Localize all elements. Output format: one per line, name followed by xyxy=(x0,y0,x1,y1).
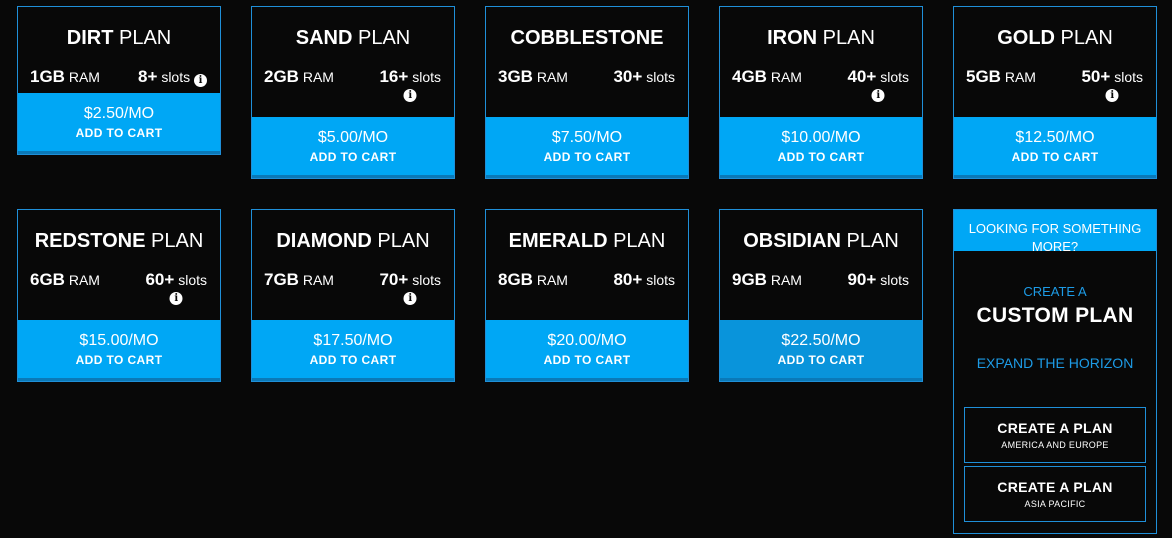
slots-spec: 70+ slots i xyxy=(379,270,441,305)
info-icon[interactable]: i xyxy=(403,292,417,305)
plan-price: $15.00/MO xyxy=(79,332,159,349)
info-icon[interactable]: i xyxy=(194,74,207,87)
ram-spec: 2GB RAM xyxy=(264,67,334,86)
add-to-cart-button[interactable]: $20.00/MO ADD TO CART xyxy=(486,320,688,381)
add-to-cart-button[interactable]: $12.50/MO ADD TO CART xyxy=(954,117,1156,178)
plan-price: $12.50/MO xyxy=(1015,129,1095,146)
create-plan-label: CREATE A PLAN xyxy=(997,479,1113,495)
create-plan-region: AMERICA AND EUROPE xyxy=(1001,440,1109,450)
plan-price: $5.00/MO xyxy=(317,129,389,146)
custom-plan-header: LOOKING FOR SOMETHING MORE? xyxy=(954,210,1156,251)
add-to-cart-button[interactable]: $2.50/MO ADD TO CART xyxy=(18,93,220,154)
plan-price: $7.50/MO xyxy=(551,129,623,146)
create-plan-label: CREATE A PLAN xyxy=(997,420,1113,436)
add-to-cart-button[interactable]: $22.50/MO ADD TO CART xyxy=(720,320,922,381)
info-icon[interactable]: i xyxy=(169,292,183,305)
add-to-cart-button[interactable]: $17.50/MO ADD TO CART xyxy=(252,320,454,381)
add-to-cart-label: ADD TO CART xyxy=(543,150,631,164)
plan-title: DIRT PLAN xyxy=(66,27,172,49)
plan-title: SAND PLAN xyxy=(295,27,411,49)
plan-card-diamond: DIAMOND PLAN 7GB RAM 70+ slots i $17.50/M… xyxy=(251,209,455,382)
add-to-cart-button[interactable]: $15.00/MO ADD TO CART xyxy=(18,320,220,381)
ram-spec: 7GB RAM xyxy=(264,270,334,289)
plan-title: COBBLESTONE xyxy=(510,27,664,49)
create-plan-region: ASIA PACIFIC xyxy=(1024,499,1086,509)
custom-plan-title: CUSTOM PLAN xyxy=(976,304,1134,327)
ram-spec: 1GB RAM xyxy=(30,67,100,86)
custom-plan-panel: LOOKING FOR SOMETHING MORE? CREATE A CUS… xyxy=(953,209,1157,534)
ram-spec: 5GB RAM xyxy=(966,67,1036,86)
ram-spec: 4GB RAM xyxy=(732,67,802,86)
add-to-cart-label: ADD TO CART xyxy=(309,150,397,164)
slots-spec: 40+ slots i xyxy=(847,67,909,102)
plan-card-obsidian: OBSIDIAN PLAN 9GB RAM 90+ slots $22.50/M… xyxy=(719,209,923,382)
plan-price: $20.00/MO xyxy=(547,332,627,349)
add-to-cart-label: ADD TO CART xyxy=(75,353,163,367)
plan-card-sand: SAND PLAN 2GB RAM 16+ slots i $5.00/MO AD… xyxy=(251,6,455,179)
add-to-cart-label: ADD TO CART xyxy=(777,353,865,367)
plan-price: $22.50/MO xyxy=(781,332,861,349)
info-icon[interactable]: i xyxy=(871,89,885,102)
plan-title: REDSTONE PLAN xyxy=(34,230,204,252)
plan-title: DIAMOND PLAN xyxy=(276,230,430,252)
plan-price: $17.50/MO xyxy=(313,332,393,349)
ram-spec: 6GB RAM xyxy=(30,270,100,289)
plan-card-emerald: EMERALD PLAN 8GB RAM 80+ slots $20.00/MO… xyxy=(485,209,689,382)
ram-spec: 3GB RAM xyxy=(498,67,568,86)
plan-card-dirt: DIRT PLAN 1GB RAM 8+ slots i $2.50/MO AD… xyxy=(17,6,221,155)
slots-spec: 16+ slots i xyxy=(379,67,441,102)
add-to-cart-button[interactable]: $10.00/MO ADD TO CART xyxy=(720,117,922,178)
plan-card-iron: IRON PLAN 4GB RAM 40+ slots i $10.00/MO A… xyxy=(719,6,923,179)
create-plan-america-europe-button[interactable]: CREATE A PLAN AMERICA AND EUROPE xyxy=(964,407,1146,463)
plan-price: $10.00/MO xyxy=(781,129,861,146)
ram-spec: 9GB RAM xyxy=(732,270,802,289)
slots-spec: 60+ slots i xyxy=(145,270,207,305)
add-to-cart-label: ADD TO CART xyxy=(777,150,865,164)
plan-card-cobblestone: COBBLESTONE 3GB RAM 30+ slots $7.50/MO A… xyxy=(485,6,689,179)
slots-spec: 80+ slots xyxy=(613,270,675,289)
info-icon[interactable]: i xyxy=(1105,89,1119,102)
custom-plan-subtitle: CREATE A xyxy=(1023,284,1087,299)
plan-card-gold: GOLD PLAN 5GB RAM 50+ slots i $12.50/MO A… xyxy=(953,6,1157,179)
plan-title: IRON PLAN xyxy=(767,27,875,49)
slots-spec: 30+ slots xyxy=(613,67,675,86)
slots-spec: 90+ slots xyxy=(847,270,909,289)
plan-card-redstone: REDSTONE PLAN 6GB RAM 60+ slots i $15.00/… xyxy=(17,209,221,382)
add-to-cart-label: ADD TO CART xyxy=(75,126,163,140)
add-to-cart-label: ADD TO CART xyxy=(309,353,397,367)
ram-spec: 8GB RAM xyxy=(498,270,568,289)
slots-spec: 50+ slots i xyxy=(1081,67,1143,102)
plan-title: EMERALD PLAN xyxy=(508,230,666,252)
plan-title: GOLD PLAN xyxy=(997,27,1113,49)
expand-horizon-text: EXPAND THE HORIZON xyxy=(976,355,1134,371)
plan-title: OBSIDIAN PLAN xyxy=(743,230,899,252)
plan-price: $2.50/MO xyxy=(83,105,155,122)
create-plan-asia-pacific-button[interactable]: CREATE A PLAN ASIA PACIFIC xyxy=(964,466,1146,522)
add-to-cart-button[interactable]: $7.50/MO ADD TO CART xyxy=(486,117,688,178)
slots-spec: 8+ slots i xyxy=(138,67,207,87)
add-to-cart-button[interactable]: $5.00/MO ADD TO CART xyxy=(252,117,454,178)
add-to-cart-label: ADD TO CART xyxy=(1011,150,1099,164)
info-icon[interactable]: i xyxy=(403,89,417,102)
add-to-cart-label: ADD TO CART xyxy=(543,353,631,367)
